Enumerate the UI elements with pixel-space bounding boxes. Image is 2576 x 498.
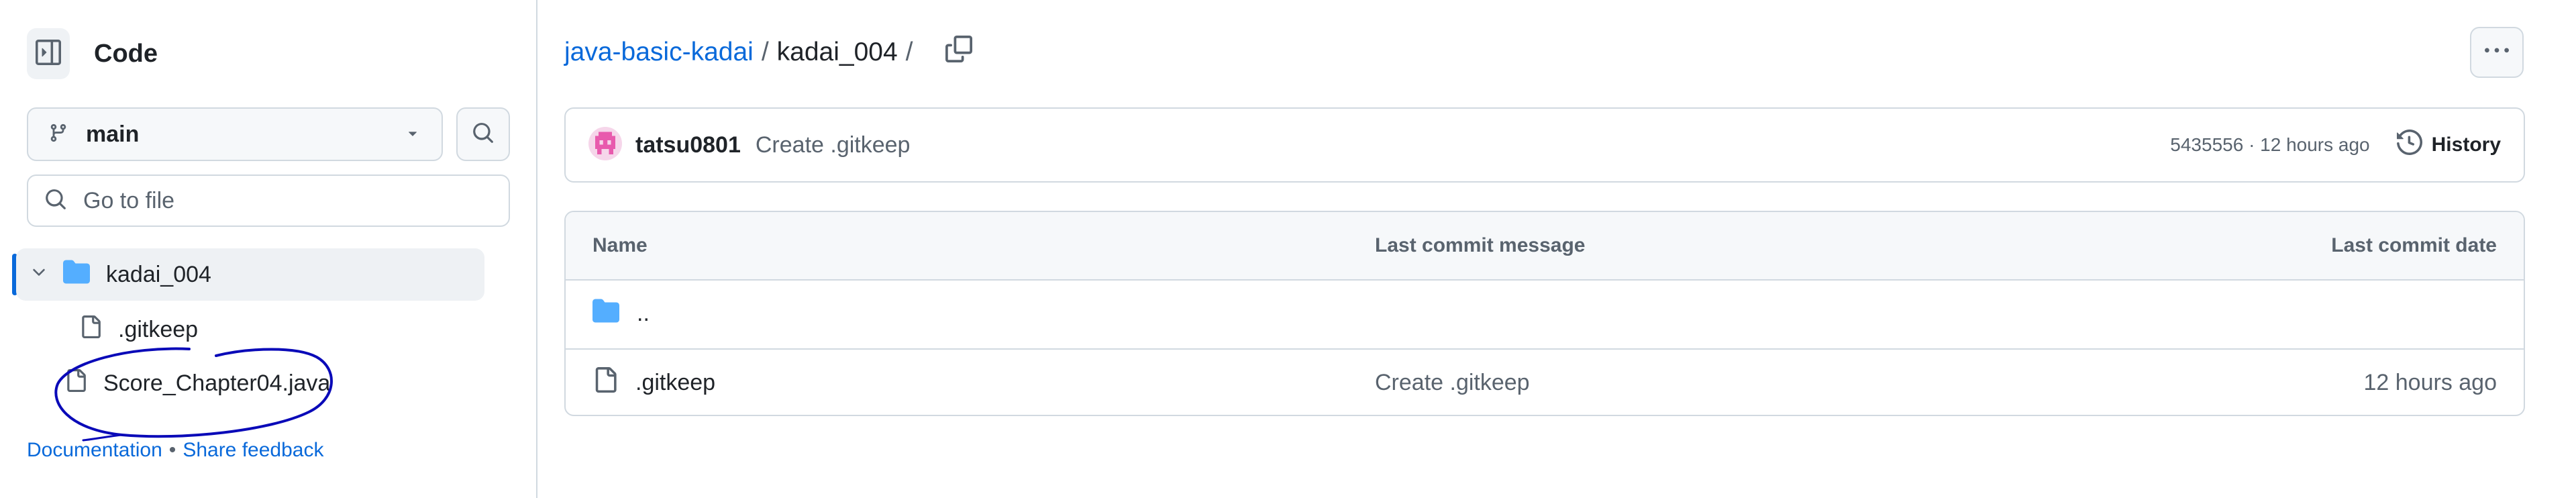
table-row[interactable]: ..	[566, 281, 2524, 348]
row-commit-date: 12 hours ago	[2363, 370, 2497, 395]
tree-item-label: .gitkeep	[118, 316, 199, 342]
branch-name: main	[86, 121, 140, 147]
row-name: ..	[637, 301, 650, 326]
more-options-button[interactable]	[2470, 27, 2524, 78]
file-icon	[64, 368, 87, 398]
search-icon	[472, 121, 495, 148]
sidebar-header: Code	[27, 28, 158, 79]
chevron-down-icon[interactable]	[30, 262, 48, 288]
parent-directory-link[interactable]: ..	[593, 281, 650, 347]
sidebar-title: Code	[94, 39, 158, 68]
table-header: Name Last commit message Last commit dat…	[566, 212, 2524, 281]
latest-commit-bar: tatsu0801 Create .gitkeep 5435556 · 12 h…	[564, 107, 2525, 183]
file-icon	[593, 367, 618, 399]
documentation-link[interactable]: Documentation	[27, 439, 162, 462]
collapse-sidebar-button[interactable]	[27, 28, 70, 79]
go-to-file-box	[27, 175, 510, 227]
commit-message[interactable]: Create .gitkeep	[756, 132, 2170, 158]
breadcrumb-repo-link[interactable]: java-basic-kadai	[564, 38, 754, 67]
copy-icon	[945, 36, 972, 69]
breadcrumb-current-folder: kadai_004	[776, 38, 898, 66]
tree-item-label: kadai_004	[106, 261, 211, 287]
avatar[interactable]	[588, 126, 622, 164]
go-to-file-input[interactable]	[83, 187, 486, 214]
row-name: .gitkeep	[635, 370, 716, 395]
kebab-horizontal-icon	[2485, 39, 2509, 66]
main-content: java-basic-kadai / kadai_004 / tatsu0801…	[539, 0, 2576, 498]
branch-selector[interactable]: main	[27, 107, 443, 161]
history-label: History	[2431, 134, 2501, 156]
copy-path-button[interactable]	[945, 36, 972, 69]
column-header-name: Name	[593, 234, 648, 256]
column-header-last-commit-date: Last commit date	[2331, 234, 2497, 256]
history-icon	[2396, 129, 2422, 160]
caret-down-icon	[404, 124, 421, 145]
git-branch-icon	[48, 123, 68, 146]
breadcrumb-separator: /	[905, 38, 913, 66]
tree-item-gitkeep[interactable]: .gitkeep	[79, 303, 198, 356]
commit-author[interactable]: tatsu0801	[635, 132, 741, 158]
folder-icon	[593, 297, 619, 330]
row-commit-message[interactable]: Create .gitkeep	[1375, 350, 1530, 415]
history-button[interactable]: History	[2396, 129, 2501, 160]
search-icon	[44, 188, 67, 214]
tree-item-label: Score_Chapter04.java	[103, 370, 331, 396]
breadcrumb: java-basic-kadai / kadai_004 /	[564, 34, 972, 71]
share-feedback-link[interactable]: Share feedback	[183, 439, 323, 462]
search-code-button[interactable]	[456, 107, 510, 161]
file-tree-sidebar: Code main kadai_004 .gitke	[0, 0, 537, 498]
file-link-gitkeep[interactable]: .gitkeep	[593, 350, 716, 415]
file-icon	[79, 315, 102, 344]
footer-separator: •	[168, 439, 176, 461]
tree-item-score-chapter04-java[interactable]: Score_Chapter04.java	[64, 357, 330, 409]
table-row[interactable]: .gitkeep Create .gitkeep 12 hours ago	[566, 348, 2524, 415]
breadcrumb-separator: /	[761, 38, 769, 66]
commit-sha-and-time[interactable]: 5435556 · 12 hours ago	[2170, 134, 2369, 156]
sidebar-footer: Documentation • Share feedback	[27, 439, 323, 462]
file-table: Name Last commit message Last commit dat…	[564, 211, 2525, 416]
folder-open-icon	[63, 258, 90, 291]
sidebar-collapse-icon	[36, 39, 61, 68]
column-header-last-commit-message: Last commit message	[1375, 234, 1586, 256]
tree-item-kadai-004[interactable]: kadai_004	[16, 248, 484, 301]
